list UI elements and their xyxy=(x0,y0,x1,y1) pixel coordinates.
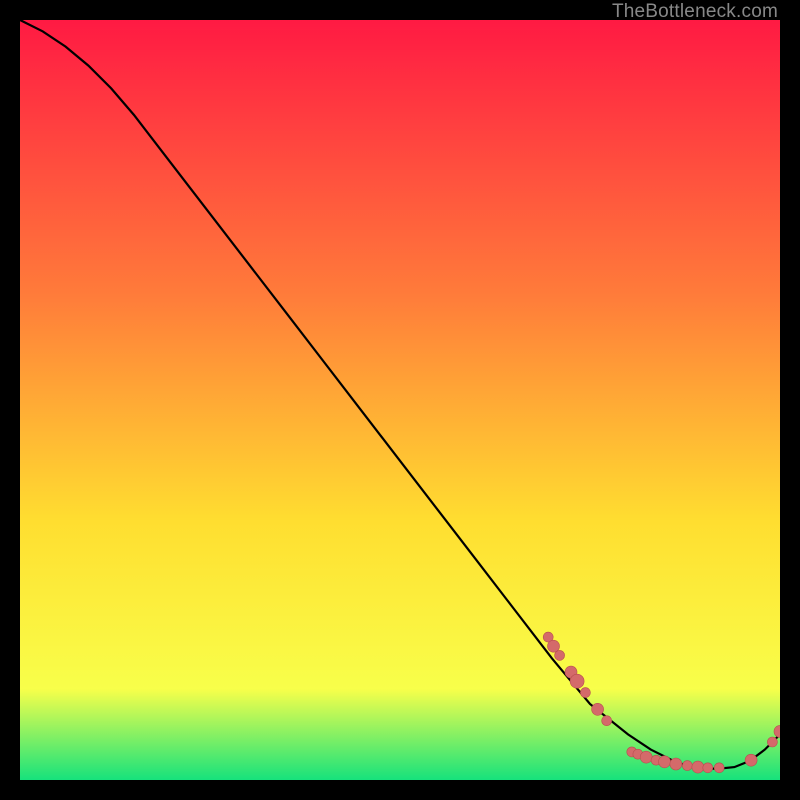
chart-svg xyxy=(20,20,780,780)
scatter-dot xyxy=(670,758,682,770)
scatter-dot xyxy=(745,754,757,766)
scatter-dot xyxy=(570,674,584,688)
scatter-dot xyxy=(555,650,565,660)
scatter-dot xyxy=(703,763,713,773)
scatter-dot xyxy=(640,751,652,763)
scatter-dot xyxy=(767,737,777,747)
scatter-dot xyxy=(580,688,590,698)
scatter-dot xyxy=(548,640,560,652)
scatter-dot xyxy=(714,763,724,773)
scatter-dot xyxy=(682,761,692,771)
scatter-dot xyxy=(692,761,704,773)
gradient-background xyxy=(20,20,780,780)
chart-frame: TheBottleneck.com xyxy=(0,0,800,800)
scatter-dot xyxy=(659,756,671,768)
plot-area xyxy=(20,20,780,780)
scatter-dot xyxy=(592,703,604,715)
scatter-dot xyxy=(602,716,612,726)
